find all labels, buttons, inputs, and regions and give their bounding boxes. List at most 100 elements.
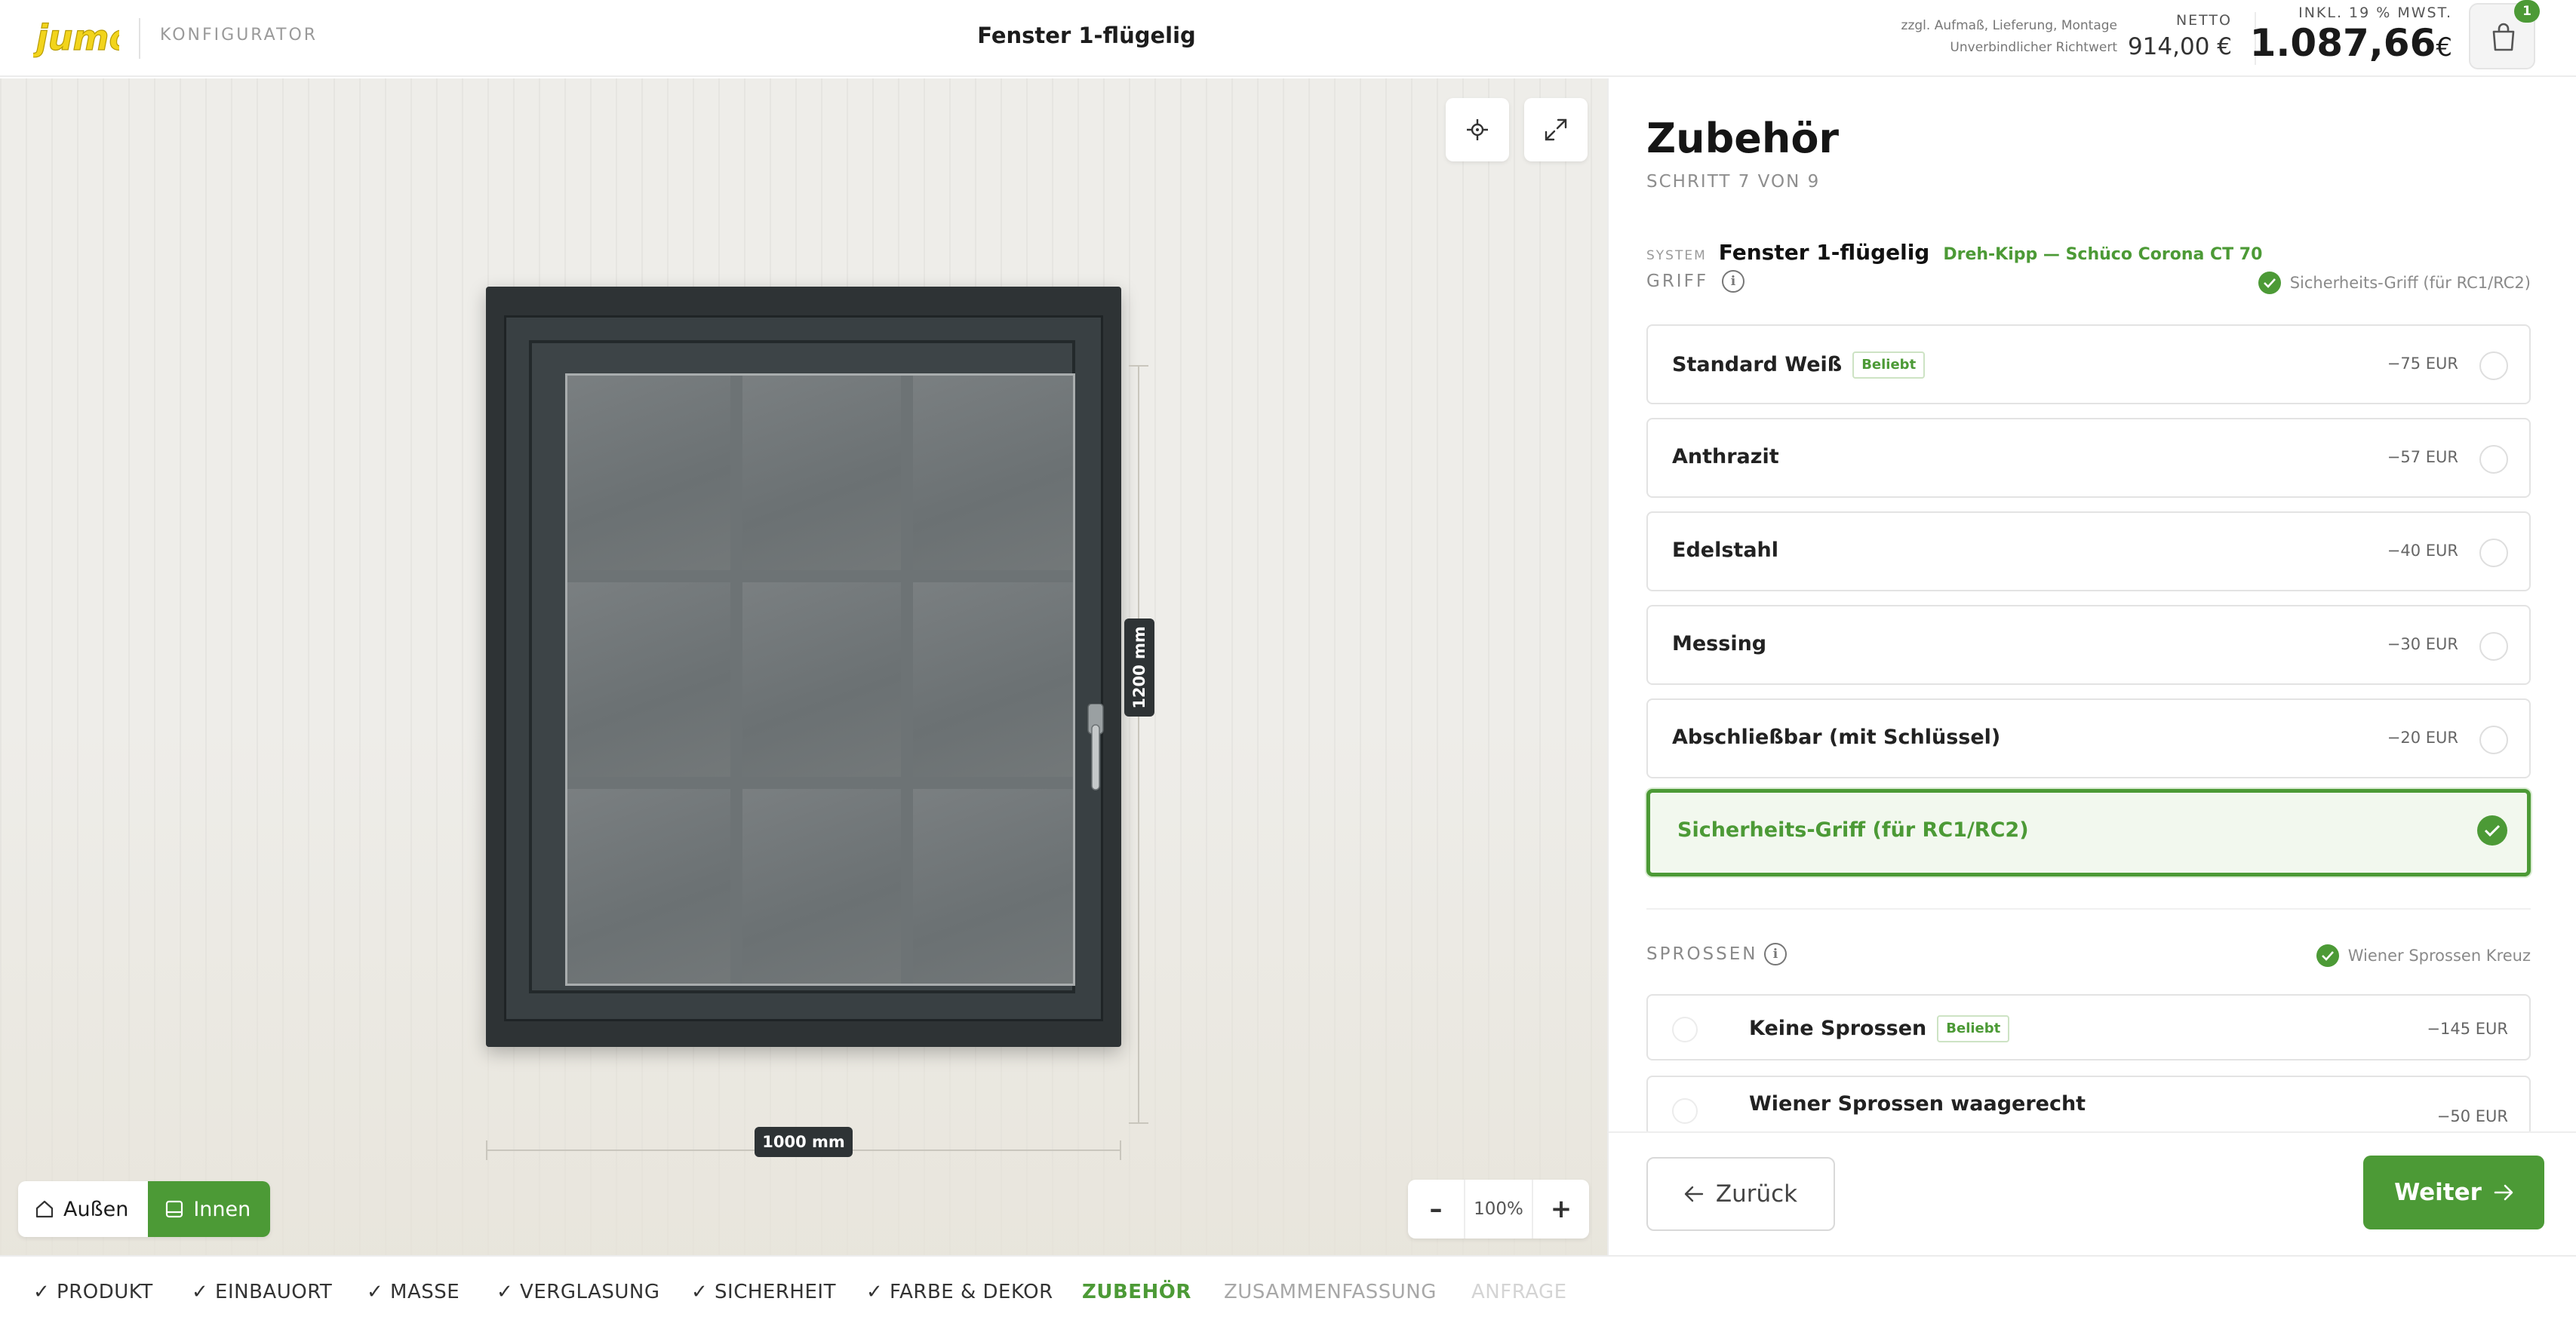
glass-pane [567, 789, 730, 984]
section-divider [1646, 908, 2531, 910]
window-icon [166, 1200, 183, 1218]
step-farbe-dekor[interactable]: ✓ FARBE & DEKOR [866, 1281, 1053, 1303]
check-icon [2484, 824, 2501, 837]
griff-option-edelstahl[interactable]: Edelstahl −40 EUR [1646, 511, 2531, 591]
griff-option-abschliessbar[interactable]: Abschließbar (mit Schlüssel) −20 EUR [1646, 698, 2531, 778]
option-radio[interactable] [1672, 1098, 1698, 1124]
window-viewer[interactable]: 1200 mm 1000 mm Außen Innen – 100% + [0, 78, 1607, 1255]
gross-value: 1.087,66€ [2250, 21, 2452, 65]
system-summary: SYSTEM Fenster 1-flügelig Dreh-Kipp — Sc… [1646, 240, 2262, 265]
option-name: Messing [1672, 632, 1767, 655]
option-radio[interactable] [1672, 1017, 1698, 1042]
zoom-in-button[interactable]: + [1533, 1180, 1589, 1239]
step-zubehoer[interactable]: ZUBEHÖR [1082, 1281, 1191, 1303]
height-dimension-cap [1129, 365, 1148, 367]
glass-pane [567, 582, 730, 777]
price-note-extras: zzgl. Aufmaß, Lieferung, Montage [1901, 18, 2117, 33]
option-radio-checked[interactable] [2477, 815, 2507, 846]
cart-icon [2492, 23, 2515, 51]
window-outer-frame [504, 315, 1104, 1021]
arrow-right-icon [2494, 1184, 2513, 1201]
step-indicator: SCHRITT 7 VON 9 [1646, 172, 1821, 192]
step-sicherheit[interactable]: ✓ SICHERHEIT [691, 1281, 836, 1303]
width-dimension-cap [486, 1140, 487, 1160]
logo-text: jumo [33, 17, 119, 58]
view-outside-button[interactable]: Außen [18, 1181, 148, 1237]
option-price: −75 EUR [2387, 355, 2458, 373]
house-icon [35, 1200, 54, 1218]
option-price: −30 EUR [2387, 635, 2458, 653]
recenter-button[interactable] [1446, 98, 1509, 161]
netto-label: NETTO [2175, 12, 2232, 29]
step-zusammenfassung[interactable]: ZUSAMMENFASSUNG [1224, 1281, 1437, 1303]
gross-price: INKL. 19 % MWST. 1.087,66€ [2250, 5, 2452, 65]
option-name: Anthrazit [1672, 445, 1779, 468]
step-einbauort[interactable]: ✓ EINBAUORT [192, 1281, 332, 1303]
glass-pane [742, 582, 901, 777]
step-produkt[interactable]: ✓ PRODUKT [33, 1281, 153, 1303]
app-label: KONFIGURATOR [160, 26, 318, 45]
griff-option-standard-weiss[interactable]: Standard Weiß Beliebt −75 EUR [1646, 324, 2531, 404]
option-radio[interactable] [2479, 632, 2508, 661]
step-masse[interactable]: ✓ MASSE [367, 1281, 460, 1303]
step-anfrage: ANFRAGE [1471, 1281, 1567, 1303]
sprossen-section-header: SPROSSEN i Wiener Sprossen Kreuz [1646, 941, 2531, 968]
height-dimension-cap [1129, 1122, 1148, 1124]
view-inside-label: Innen [193, 1197, 251, 1221]
panel-title: Zubehör [1646, 115, 1840, 162]
option-price: −57 EUR [2387, 448, 2458, 466]
check-icon [2316, 944, 2339, 967]
sprossen-section-label: SPROSSEN [1646, 944, 1758, 964]
sprossen-option-waagerecht[interactable]: Wiener Sprossen waagerecht −50 EUR [1646, 1076, 2531, 1136]
logo-separator [139, 18, 140, 59]
info-icon[interactable]: i [1764, 943, 1787, 965]
sprossen-selected-value: Wiener Sprossen Kreuz [2347, 947, 2531, 965]
back-button[interactable]: Zurück [1646, 1157, 1835, 1231]
option-label: Standard Weiß [1672, 353, 1843, 376]
step-verglasung[interactable]: ✓ VERGLASUNG [496, 1281, 659, 1303]
griff-selected-value: Sicherheits-Griff (für RC1/RC2) [2289, 274, 2531, 292]
netto-value: 914,00 € [2127, 33, 2232, 60]
height-dimension-label: 1200 mm [1124, 618, 1154, 717]
griff-option-sicherheits-griff[interactable]: Sicherheits-Griff (für RC1/RC2) [1646, 789, 2531, 876]
gross-currency: € [2436, 32, 2452, 63]
arrow-left-icon [1684, 1186, 1704, 1202]
price-notes: zzgl. Aufmaß, Lieferung, Montage Unverbi… [1901, 15, 2117, 59]
glass-pane [913, 789, 1073, 984]
sprossen-option-keine[interactable]: Keine Sprossen Beliebt −145 EUR [1646, 994, 2531, 1060]
option-radio[interactable] [2479, 351, 2508, 380]
griff-section-label: GRIFF [1646, 272, 1709, 291]
popular-badge: Beliebt [1852, 351, 1926, 379]
next-button[interactable]: Weiter [2363, 1156, 2544, 1229]
option-radio[interactable] [2479, 445, 2508, 474]
height-dimension-line [1138, 365, 1139, 1124]
info-icon[interactable]: i [1722, 270, 1744, 293]
view-inside-button[interactable]: Innen [148, 1181, 271, 1237]
product-title: Fenster 1-flügelig [977, 23, 1196, 48]
gross-amount: 1.087,66 [2249, 21, 2436, 65]
system-variant: Dreh-Kipp — Schüco Corona CT 70 [1943, 245, 2263, 264]
view-outside-label: Außen [63, 1197, 129, 1221]
width-dimension-cap [1120, 1140, 1121, 1160]
width-dimension-label: 1000 mm [755, 1127, 853, 1157]
griff-option-messing[interactable]: Messing −30 EUR [1646, 605, 2531, 685]
option-price: −50 EUR [2436, 1107, 2508, 1125]
step-navigation: ✓ PRODUKT ✓ EINBAUORT ✓ MASSE ✓ VERGLASU… [0, 1255, 2576, 1326]
window-frame [486, 287, 1121, 1047]
window-handle [1087, 704, 1104, 790]
option-radio[interactable] [2479, 539, 2508, 567]
jumo-logo[interactable]: jumo [33, 17, 119, 59]
griff-option-anthrazit[interactable]: Anthrazit −57 EUR [1646, 418, 2531, 498]
zoom-control: – 100% + [1408, 1180, 1589, 1239]
header: jumo KONFIGURATOR Fenster 1-flügelig zzg… [0, 0, 2576, 77]
option-price: −40 EUR [2387, 542, 2458, 560]
option-name: Wiener Sprossen waagerecht [1749, 1092, 2086, 1116]
glass-pane [913, 582, 1073, 777]
fullscreen-button[interactable] [1524, 98, 1588, 161]
expand-icon [1545, 118, 1567, 141]
window-glass [565, 373, 1075, 986]
option-name: Abschließbar (mit Schlüssel) [1672, 726, 2001, 749]
option-radio[interactable] [2479, 726, 2508, 754]
glass-pane [567, 376, 730, 570]
zoom-out-button[interactable]: – [1408, 1180, 1464, 1239]
